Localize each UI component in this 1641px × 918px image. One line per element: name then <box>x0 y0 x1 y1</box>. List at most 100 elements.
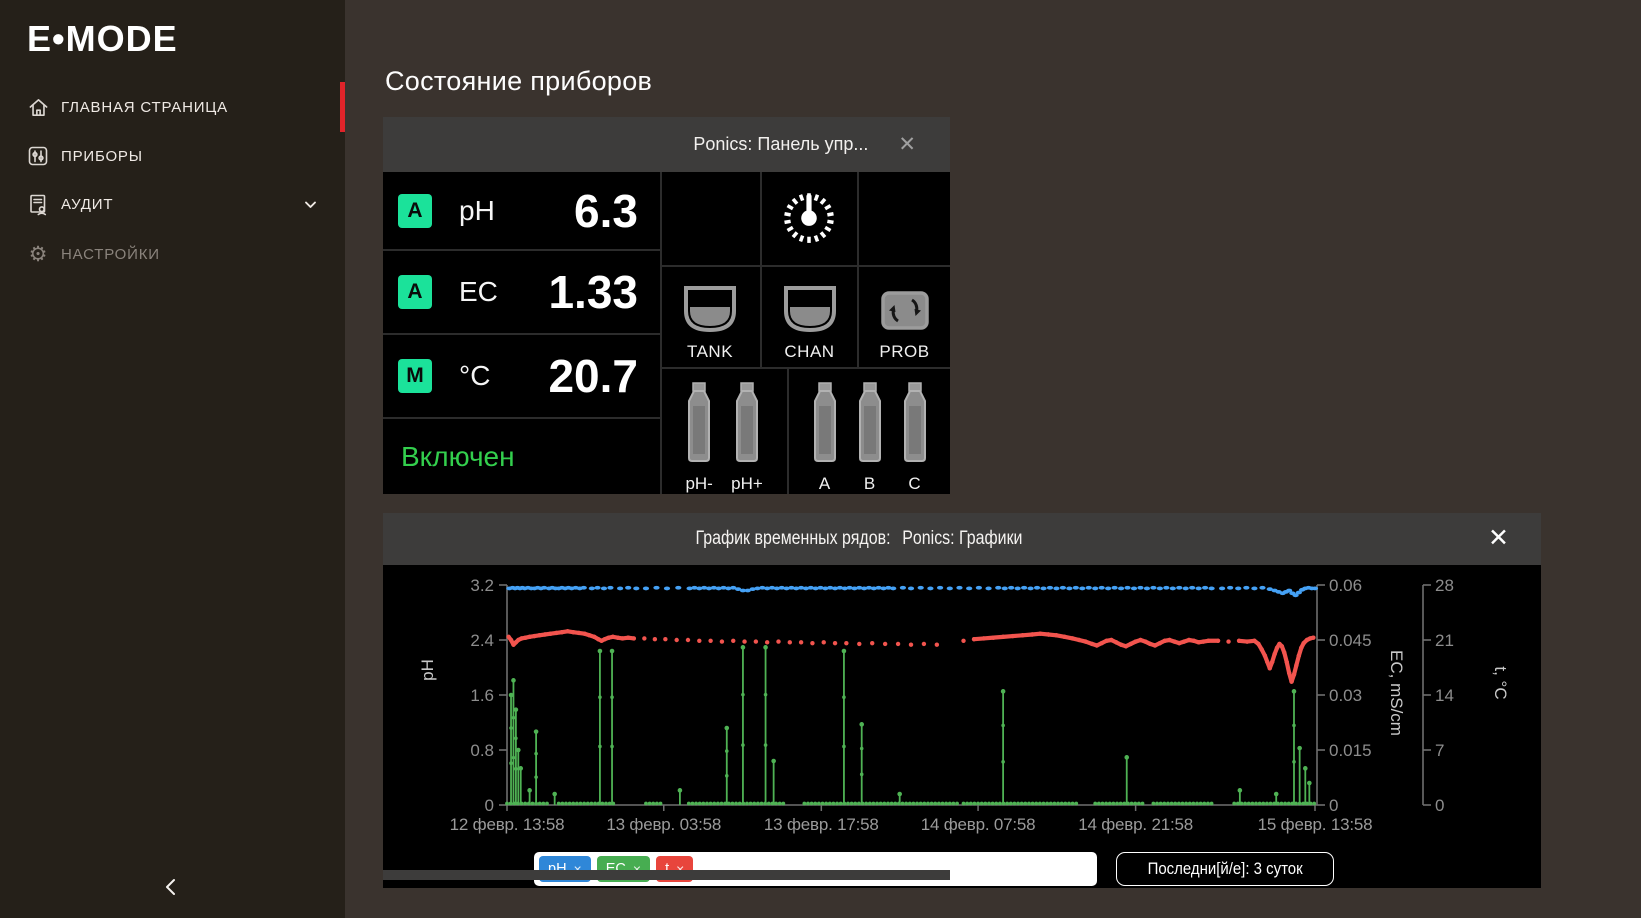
svg-text:0.06: 0.06 <box>1329 576 1362 595</box>
control-panel-header: Ponics: Панель упр... ✕ <box>383 117 950 172</box>
svg-text:15 февр. 13:58: 15 февр. 13:58 <box>1258 815 1373 834</box>
sidebar-collapse-button[interactable] <box>152 874 188 904</box>
indicator-label: PROB <box>879 342 929 362</box>
svg-text:28: 28 <box>1435 576 1454 595</box>
chevron-down-icon[interactable] <box>302 196 319 218</box>
svg-text:0: 0 <box>1329 796 1338 815</box>
series-t <box>506 629 1315 684</box>
time-range-button[interactable]: Последни[й/е]: 3 суток <box>1116 852 1334 886</box>
svg-text:0: 0 <box>485 796 494 815</box>
prob-indicator[interactable]: PROB <box>859 267 950 367</box>
bottle-icon <box>684 382 714 469</box>
timeseries-plot: 0 0.8 1.6 2.4 3.2 12 февр. 13:58 13 февр. 03:5… <box>383 565 1541 850</box>
sensor-row-temp: M °C 20.7 <box>383 335 660 417</box>
chart-close-icon[interactable]: ✕ <box>1488 526 1509 551</box>
gauge-icon <box>780 187 838 250</box>
svg-text:1.6: 1.6 <box>470 686 494 705</box>
bottle-icon <box>732 382 762 469</box>
svg-text:EC, mS/cm: EC, mS/cm <box>1387 650 1406 736</box>
mode-badge: M <box>398 359 432 393</box>
chart-title-prefix: График временных рядов: <box>696 528 891 549</box>
page-title: Состояние приборов <box>385 66 652 97</box>
series-pH <box>506 586 1318 597</box>
bottle-c: C <box>900 382 930 494</box>
next-panel-header <box>383 870 950 880</box>
home-icon <box>26 95 50 119</box>
ph-pumps-group: pH- pH+ <box>660 369 787 494</box>
control-panel-close-icon[interactable]: ✕ <box>898 134 916 155</box>
svg-text:0.8: 0.8 <box>470 741 494 760</box>
chart-title-name: Ponics: Графики <box>902 528 1022 549</box>
svg-text:14: 14 <box>1435 686 1454 705</box>
tank-indicator[interactable]: TANK <box>660 267 760 367</box>
sidebar-item-label: ГЛАВНАЯ СТРАНИЦА <box>61 99 228 116</box>
chart-header: График временных рядов: Ponics: Графики ✕ <box>383 513 1541 565</box>
tank-icon <box>682 285 738 338</box>
bottle-b: B <box>855 382 885 494</box>
probe-cycle-icon <box>880 287 930 338</box>
svg-text:13 февр. 03:58: 13 февр. 03:58 <box>606 815 721 834</box>
series-select-input[interactable]: pH × EC × t × <box>534 852 1097 886</box>
indicator-label: CHAN <box>784 342 834 362</box>
svg-text:21: 21 <box>1435 631 1454 650</box>
sidebar-item-devices[interactable]: ПРИБОРЫ <box>0 136 345 176</box>
sensor-value: 20.7 <box>548 349 638 403</box>
app-logo: E•MODE <box>27 18 178 60</box>
mode-badge: A <box>398 275 432 309</box>
app-root: E•MODE ГЛАВНАЯ СТРАНИЦА ПРИБОРЫ АУДИТ ⚙ <box>0 0 1641 918</box>
main-content: Состояние приборов Ponics: Панель упр...… <box>345 0 1641 918</box>
chevron-left-icon <box>163 877 178 902</box>
sensor-row-ec: A EC 1.33 <box>383 251 660 333</box>
svg-text:14 февр. 07:58: 14 февр. 07:58 <box>921 815 1036 834</box>
sensor-label: EC <box>459 276 498 308</box>
sidebar-item-label: ПРИБОРЫ <box>61 148 143 165</box>
sidebar-item-label: НАСТРОЙКИ <box>61 246 160 263</box>
sensor-label: pH <box>459 195 495 227</box>
svg-text:0.045: 0.045 <box>1329 631 1372 650</box>
channel-icon <box>782 285 838 338</box>
mode-badge: A <box>398 194 432 228</box>
status-label: Включен <box>383 419 660 494</box>
bottle-icon <box>810 382 840 469</box>
svg-text:0: 0 <box>1435 796 1444 815</box>
sensor-value: 6.3 <box>574 184 638 238</box>
gear-icon: ⚙ <box>26 242 50 266</box>
sidebar-item-audit[interactable]: АУДИТ <box>0 184 345 224</box>
control-panel-widget: Ponics: Панель упр... ✕ A pH 6.3 <box>383 117 950 494</box>
chart-widget: График временных рядов: Ponics: Графики ✕… <box>383 513 1541 888</box>
sensor-row-ph: A pH 6.3 <box>383 172 660 249</box>
abc-pumps-group: A B C <box>789 369 950 494</box>
svg-text:2.4: 2.4 <box>470 631 494 650</box>
bottle-label: A <box>819 474 830 494</box>
control-panel-title: Ponics: Панель упр... <box>693 134 868 155</box>
bottle-label: B <box>864 474 875 494</box>
time-range-label: Последни[й/е]: 3 суток <box>1147 859 1302 879</box>
bottle-ph-plus: pH+ <box>731 382 763 494</box>
bottle-icon <box>855 382 885 469</box>
svg-text:0.015: 0.015 <box>1329 741 1372 760</box>
gauge-indicator[interactable] <box>760 172 857 265</box>
bottle-label: pH+ <box>731 474 763 494</box>
sidebar-item-label: АУДИТ <box>61 196 113 213</box>
svg-text:14 февр. 21:58: 14 февр. 21:58 <box>1078 815 1193 834</box>
svg-text:t, °C: t, °C <box>1491 666 1510 699</box>
bottle-a: A <box>810 382 840 494</box>
bottle-label: pH- <box>685 474 712 494</box>
bottle-icon <box>900 382 930 469</box>
bottle-ph-minus: pH- <box>684 382 714 494</box>
svg-text:13 февр. 17:58: 13 февр. 17:58 <box>764 815 879 834</box>
control-panel-body: A pH 6.3 A EC 1.33 M °C 20.7 Включен <box>383 172 950 494</box>
audit-icon <box>26 192 50 216</box>
svg-text:pH: pH <box>418 659 437 681</box>
chan-indicator[interactable]: CHAN <box>762 267 857 367</box>
sidebar: E•MODE ГЛАВНАЯ СТРАНИЦА ПРИБОРЫ АУДИТ ⚙ <box>0 0 345 918</box>
sensor-label: °C <box>459 360 490 392</box>
indicator-label: TANK <box>687 342 733 362</box>
sidebar-item-home[interactable]: ГЛАВНАЯ СТРАНИЦА <box>0 87 345 127</box>
sidebar-item-settings[interactable]: ⚙ НАСТРОЙКИ <box>0 234 345 274</box>
bottle-label: C <box>908 474 920 494</box>
svg-text:12 февр. 13:58: 12 февр. 13:58 <box>450 815 565 834</box>
svg-text:0.03: 0.03 <box>1329 686 1362 705</box>
svg-text:3.2: 3.2 <box>470 576 494 595</box>
chart-title: График временных рядов: Ponics: Графики <box>459 528 1259 550</box>
